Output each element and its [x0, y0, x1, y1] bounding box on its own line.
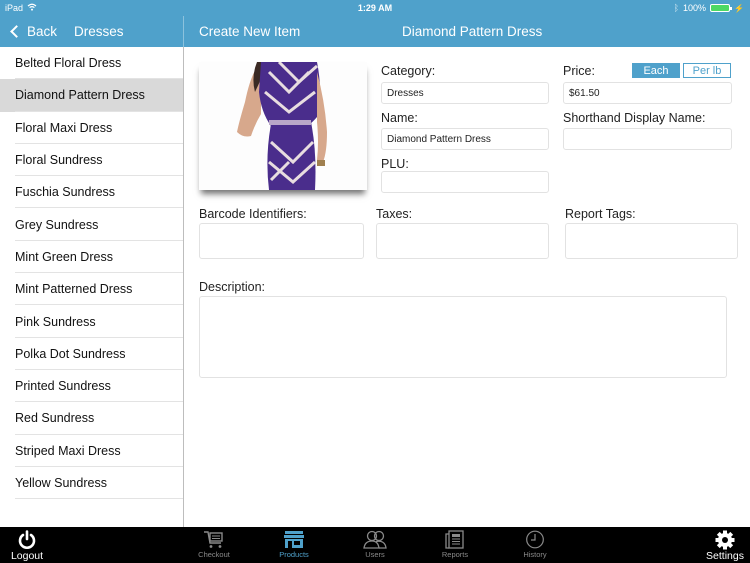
product-list-item[interactable]: Printed Sundress — [0, 370, 183, 403]
gear-icon — [715, 530, 735, 550]
product-list-item-label: Floral Maxi Dress — [15, 120, 113, 135]
unit-per-lb-button[interactable]: Per lb — [683, 63, 731, 78]
product-list-item[interactable]: Fuschia Sundress — [0, 176, 183, 209]
tab-users[interactable]: Users — [355, 527, 395, 563]
product-list-item[interactable]: Floral Maxi Dress — [0, 112, 183, 145]
store-icon — [284, 531, 304, 548]
battery-percent: 100% — [683, 3, 707, 13]
dress-photo-icon — [199, 62, 367, 190]
tab-checkout[interactable]: Checkout — [194, 527, 234, 563]
price-unit-toggle: Each Per lb — [632, 63, 731, 78]
top-bar: iPad 1:29 AM ᛒ 100% ⚡ Back Dresses Creat… — [0, 0, 750, 47]
product-list-item-label: Diamond Pattern Dress — [15, 88, 145, 103]
product-list-item[interactable]: Belted Floral Dress — [0, 47, 183, 80]
product-list-item-label: Printed Sundress — [15, 379, 111, 394]
product-list-item-label: Mint Green Dress — [15, 249, 113, 264]
product-list-item[interactable]: Diamond Pattern Dress — [0, 79, 183, 112]
product-list-item-label: Belted Floral Dress — [15, 56, 122, 71]
back-label: Back — [27, 24, 58, 39]
shorthand-label: Shorthand Display Name: — [563, 111, 706, 125]
tab-history[interactable]: History — [515, 527, 555, 563]
report-tags-field[interactable] — [565, 223, 738, 259]
battery-icon — [710, 4, 733, 12]
settings-label: Settings — [706, 550, 744, 562]
cart-icon — [204, 531, 223, 548]
create-new-item-button[interactable]: Create New Item — [199, 24, 300, 39]
settings-button[interactable]: Settings — [702, 527, 748, 563]
clock-icon — [526, 530, 544, 549]
product-list-item-label: Striped Maxi Dress — [15, 443, 121, 458]
product-image[interactable] — [199, 62, 367, 190]
logout-label: Logout — [10, 550, 44, 562]
unit-each-button[interactable]: Each — [632, 63, 680, 78]
logout-button[interactable]: Logout — [6, 527, 48, 563]
product-list-item[interactable]: Floral Sundress — [0, 144, 183, 177]
description-label: Description: — [199, 280, 265, 294]
taxes-field[interactable] — [376, 223, 549, 259]
description-field[interactable] — [199, 296, 727, 378]
item-detail-form: Category: Dresses Price: Each Per lb $61… — [184, 47, 750, 527]
barcode-label: Barcode Identifiers: — [199, 207, 307, 221]
product-list-item-label: Mint Patterned Dress — [15, 282, 133, 297]
product-list-item-label: Polka Dot Sundress — [15, 346, 126, 361]
shorthand-field[interactable] — [563, 128, 732, 150]
tab-products[interactable]: Products — [274, 527, 314, 563]
product-list-item-label: Red Sundress — [15, 411, 95, 426]
category-label: Category: — [381, 64, 436, 78]
product-list-item[interactable]: Red Sundress — [0, 402, 183, 435]
back-button[interactable]: Back — [9, 24, 57, 39]
clock: 1:29 AM — [357, 3, 393, 13]
status-bar: iPad 1:29 AM ᛒ 100% ⚡ — [0, 0, 750, 16]
tab-users-label: Users — [365, 550, 385, 559]
product-list-item[interactable]: Mint Patterned Dress — [0, 273, 183, 306]
product-list-item-label: Floral Sundress — [15, 153, 103, 168]
product-list-item-label: Pink Sundress — [15, 314, 96, 329]
detail-title: Diamond Pattern Dress — [402, 24, 543, 39]
name-field[interactable]: Diamond Pattern Dress — [381, 128, 549, 150]
product-list-item[interactable]: Grey Sundress — [0, 208, 183, 242]
power-icon — [18, 530, 36, 549]
list-title: Dresses — [74, 24, 124, 39]
product-list-item[interactable]: Mint Green Dress — [0, 241, 183, 274]
taxes-label: Taxes: — [376, 207, 413, 221]
category-field[interactable]: Dresses — [381, 82, 549, 104]
product-list-item[interactable]: Pink Sundress — [0, 305, 183, 338]
tab-reports-label: Reports — [441, 550, 469, 559]
product-list-item[interactable]: Polka Dot Sundress — [0, 338, 183, 371]
product-list-item-label: Grey Sundress — [15, 217, 99, 232]
charging-icon: ⚡ — [734, 3, 744, 13]
users-icon — [363, 530, 387, 549]
report-tags-label: Report Tags: — [565, 207, 636, 221]
tab-history-label: History — [523, 550, 547, 559]
product-list-item[interactable]: Yellow Sundress — [0, 467, 183, 500]
plu-label: PLU: — [381, 157, 409, 171]
list-nav-bar: Back Dresses — [0, 16, 183, 47]
price-label: Price: — [563, 64, 595, 78]
tab-reports[interactable]: Reports — [435, 527, 475, 563]
price-field[interactable]: $61.50 — [563, 82, 732, 104]
product-list-item[interactable]: Striped Maxi Dress — [0, 435, 183, 468]
product-list[interactable]: Belted Floral Dress Diamond Pattern Dress… — [0, 47, 184, 527]
bluetooth-icon: ᛒ — [673, 3, 679, 13]
product-list-item-label: Fuschia Sundress — [15, 185, 116, 200]
tab-bar: Logout Checkout Products Users Reports H… — [0, 527, 750, 563]
tab-products-label: Products — [279, 550, 309, 559]
barcode-field[interactable] — [199, 223, 364, 259]
product-list-item-label: Yellow Sundress — [15, 476, 107, 490]
detail-nav-bar: Create New Item Diamond Pattern Dress — [184, 16, 750, 47]
plu-field[interactable] — [381, 171, 549, 193]
reports-icon — [445, 530, 464, 549]
tab-checkout-label: Checkout — [198, 550, 230, 559]
name-label: Name: — [381, 111, 418, 125]
chevron-left-icon — [10, 25, 23, 38]
